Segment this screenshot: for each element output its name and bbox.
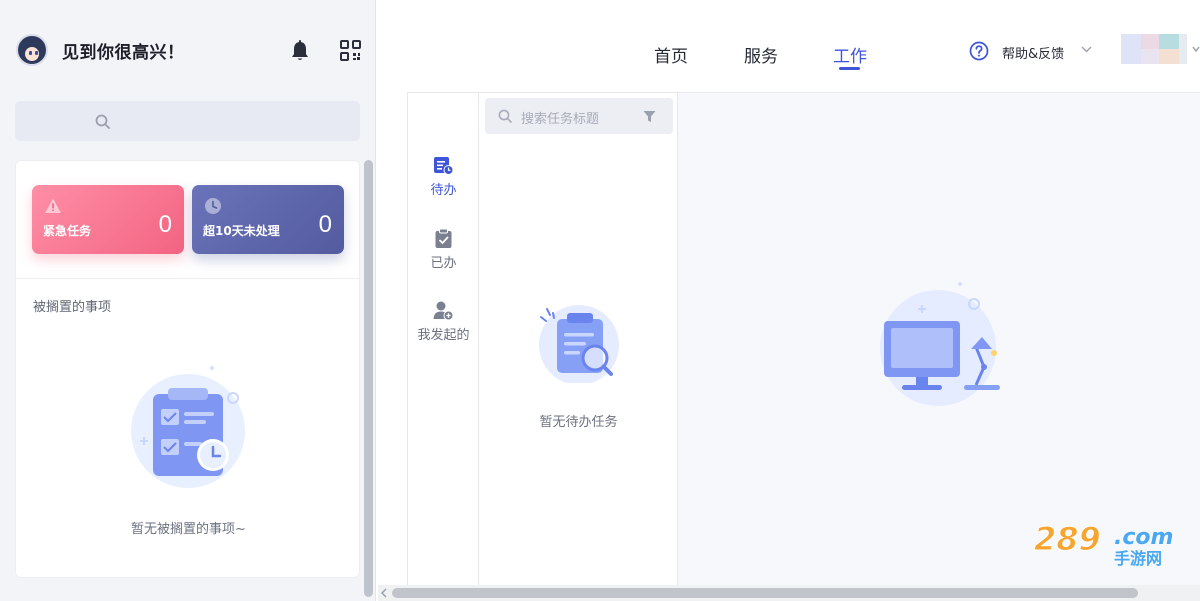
- divider: [16, 278, 361, 279]
- site-watermark-logo: 289 .com 手游网: [1034, 520, 1173, 568]
- horizontal-scrollbar-thumb[interactable]: [392, 588, 1138, 598]
- side-item-label: 待办: [430, 183, 457, 198]
- clock-icon: [205, 198, 221, 214]
- chevron-down-icon[interactable]: [1081, 46, 1092, 53]
- task-list-column: 搜索任务标题 暂无待办任务: [479, 93, 678, 601]
- nav-tab-home[interactable]: 首页: [654, 42, 688, 67]
- side-item-initiated[interactable]: 我发起的: [408, 300, 479, 343]
- empty-todo-illustration: [539, 305, 619, 383]
- overdue-tasks-label: 超10天未处理: [203, 224, 280, 238]
- side-item-label: 已办: [430, 256, 457, 271]
- avatar[interactable]: [16, 34, 48, 66]
- filter-icon[interactable]: [643, 110, 656, 123]
- svg-text:手游网: 手游网: [1114, 549, 1162, 568]
- empty-clipboard-illustration: [131, 366, 245, 488]
- urgent-tasks-label: 紧急任务: [43, 224, 92, 238]
- overdue-tasks-tile[interactable]: 超10天未处理 0: [192, 185, 344, 254]
- left-search-bar[interactable]: [15, 101, 360, 141]
- scroll-left-arrow-icon[interactable]: [380, 588, 388, 598]
- task-category-nav: 待办 已办 我发起的: [408, 93, 479, 601]
- left-panel: 见到你很高兴！ 紧急任务 0 超10天未处理 0 被搁置的事项 暂无被搁置的事项…: [0, 0, 376, 601]
- nav-tab-work[interactable]: 工作: [833, 42, 867, 67]
- qr-code-icon[interactable]: [340, 40, 361, 61]
- side-item-done[interactable]: 已办: [408, 228, 479, 271]
- svg-text:289: 289: [1034, 520, 1101, 558]
- left-panel-header: 见到你很高兴！: [0, 0, 376, 100]
- user-add-icon: [433, 301, 454, 321]
- side-item-todo[interactable]: 待办: [408, 155, 479, 198]
- urgent-tasks-tile[interactable]: 紧急任务 0: [32, 185, 184, 254]
- done-clipboard-icon: [435, 228, 452, 248]
- nav-active-indicator: [839, 67, 860, 70]
- help-feedback-link[interactable]: 帮助&反馈: [1002, 43, 1064, 62]
- task-search-placeholder: 搜索任务标题: [521, 112, 600, 127]
- search-icon: [95, 114, 110, 129]
- warning-icon: [45, 198, 61, 213]
- user-avatar[interactable]: [1121, 34, 1187, 64]
- empty-desk-illustration: [880, 282, 1000, 406]
- left-panel-scrollbar[interactable]: [364, 160, 373, 597]
- overview-card: 紧急任务 0 超10天未处理 0 被搁置的事项 暂无被搁置的事项~: [15, 160, 361, 578]
- greeting-text: 见到你很高兴！: [62, 43, 185, 63]
- search-icon: [498, 109, 512, 123]
- bell-icon[interactable]: [290, 40, 310, 62]
- task-search-input[interactable]: 搜索任务标题: [485, 98, 673, 134]
- help-icon[interactable]: [969, 41, 989, 61]
- nav-tab-services[interactable]: 服务: [744, 42, 778, 67]
- urgent-tasks-count: 0: [158, 211, 172, 238]
- todo-list-icon: [434, 157, 454, 175]
- chevron-down-icon[interactable]: [1192, 46, 1200, 53]
- shelved-empty-text: 暂无被搁置的事项~: [131, 522, 246, 537]
- overdue-tasks-count: 0: [318, 211, 332, 238]
- svg-text:.com: .com: [1114, 525, 1173, 550]
- side-item-label: 我发起的: [417, 328, 470, 343]
- todo-empty-text: 暂无待办任务: [539, 415, 618, 430]
- shelved-section-title: 被搁置的事项: [33, 300, 112, 315]
